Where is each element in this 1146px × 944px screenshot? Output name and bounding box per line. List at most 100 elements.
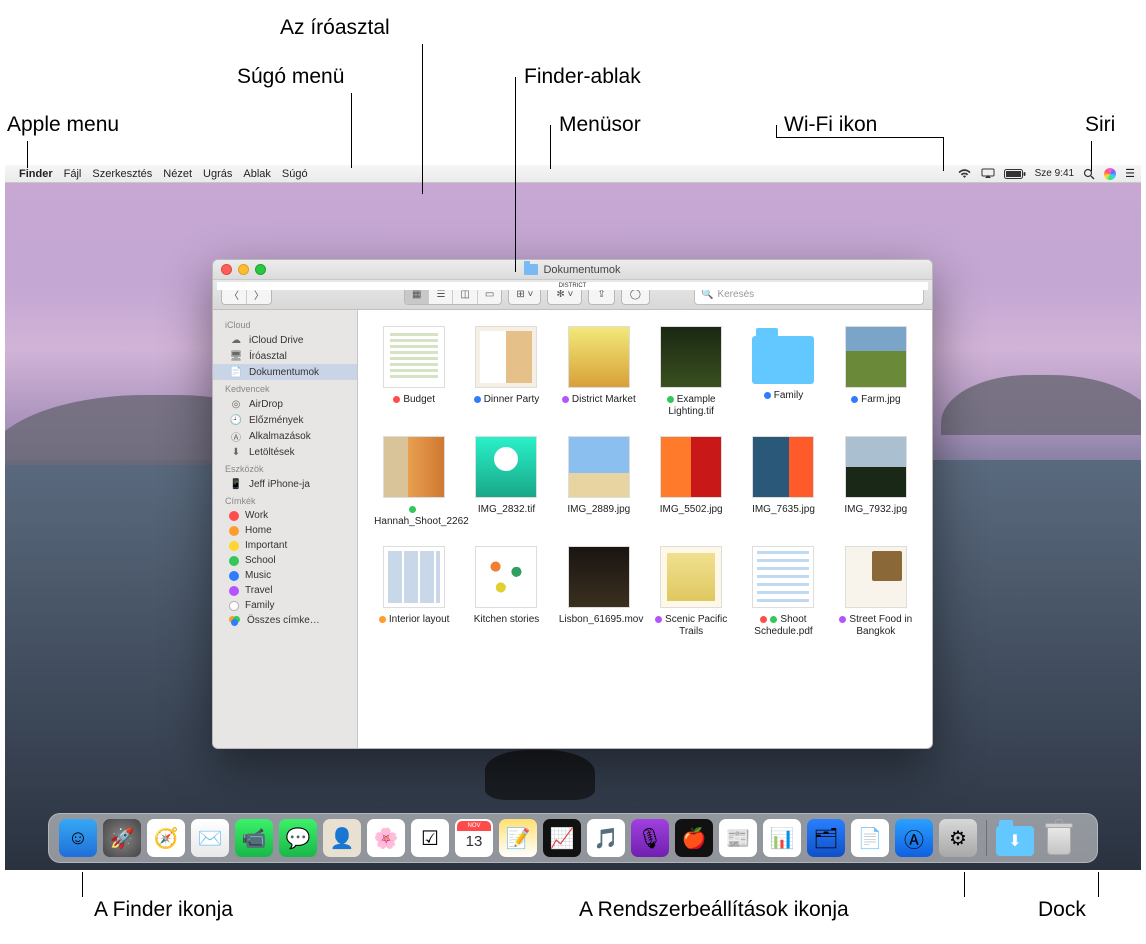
dock-tv-icon[interactable]: 🍎 [675, 819, 713, 857]
sidebar-item-fav-2[interactable]: ⒶAlkalmazások [213, 428, 357, 444]
file-name: IMG_5502.jpg [660, 504, 723, 516]
file-item[interactable]: Lisbon_61695.mov [559, 546, 639, 638]
file-item[interactable]: IMG_2889.jpg [559, 436, 639, 528]
battery-icon[interactable] [1004, 169, 1026, 179]
dock-news-icon[interactable]: 📰 [719, 819, 757, 857]
dock-separator [986, 820, 987, 856]
sidebar-tag-music[interactable]: Music [213, 568, 357, 583]
callout-help-menu: Súgó menü [237, 65, 344, 89]
file-item[interactable]: Hannah_Shoot_2262 [374, 436, 454, 528]
file-item[interactable]: Family [743, 326, 823, 418]
menubar-clock[interactable]: Sze 9:41 [1035, 168, 1074, 179]
minimize-button[interactable] [238, 264, 249, 275]
sidebar-tag-label: School [245, 555, 276, 566]
dock-notes-icon[interactable]: 📝 [499, 819, 537, 857]
zoom-button[interactable] [255, 264, 266, 275]
desktop-icon: 🖥 [229, 350, 243, 362]
file-item[interactable]: District Market [559, 326, 639, 418]
notification-center-icon[interactable]: ☰ [1125, 167, 1135, 180]
dock-numbers-icon[interactable]: 📊 [763, 819, 801, 857]
tag-dot-icon [839, 616, 846, 623]
sidebar-item-dev-0[interactable]: 📱Jeff iPhone-ja [213, 476, 357, 492]
menu-go[interactable]: Ugrás [203, 168, 232, 180]
sidebar-item-icloud-0[interactable]: ☁iCloud Drive [213, 332, 357, 348]
wifi-icon[interactable] [957, 168, 972, 179]
siri-icon[interactable] [1104, 168, 1116, 180]
sidebar-item-fav-0[interactable]: ◎AirDrop [213, 396, 357, 412]
callout-finder-icon: A Finder ikonja [94, 898, 233, 922]
menu-help[interactable]: Súgó [282, 168, 308, 180]
file-thumbnail [383, 326, 445, 388]
sidebar-tag-work[interactable]: Work [213, 508, 357, 523]
sidebar-tag-travel[interactable]: Travel [213, 583, 357, 598]
file-item[interactable]: Scenic Pacific Trails [651, 546, 731, 638]
file-name: IMG_2889.jpg [567, 504, 630, 516]
menu-view[interactable]: Nézet [163, 168, 192, 180]
file-name: Shoot Schedule.pdf [743, 614, 823, 638]
sidebar-item-label: Jeff iPhone-ja [249, 479, 310, 490]
file-item[interactable]: IMG_2832.tif [466, 436, 546, 528]
file-item[interactable]: Farm.jpg [836, 326, 916, 418]
sidebar-item-icloud-2[interactable]: 📄Dokumentumok [213, 364, 357, 380]
file-thumbnail [660, 546, 722, 608]
tag-dot-icon [851, 396, 858, 403]
file-thumbnail [752, 336, 814, 384]
spotlight-icon[interactable] [1083, 168, 1095, 180]
menu-file[interactable]: Fájl [64, 168, 82, 180]
callout-apple-menu: Apple menu [7, 113, 119, 137]
tag-dot-icon [229, 571, 239, 581]
file-item[interactable]: Street Food in Bangkok [836, 546, 916, 638]
file-item[interactable]: IMG_7635.jpg [743, 436, 823, 528]
close-button[interactable] [221, 264, 232, 275]
dock-appstore-icon[interactable]: Ⓐ [895, 819, 933, 857]
dock-trash[interactable] [1040, 819, 1078, 857]
dock-facetime-icon[interactable]: 📹 [235, 819, 273, 857]
dock-contacts-icon[interactable]: 👤 [323, 819, 361, 857]
file-item[interactable]: IMG_7932.jpg [836, 436, 916, 528]
sidebar-item-label: Letöltések [249, 447, 295, 458]
menu-window[interactable]: Ablak [243, 168, 271, 180]
file-item[interactable]: Shoot Schedule.pdf [743, 546, 823, 638]
dock-keynote-icon[interactable]: 🗂 [807, 819, 845, 857]
dock-podcasts-icon[interactable]: 🎙 [631, 819, 669, 857]
sidebar-tag-label: Travel [245, 585, 272, 596]
dock-photos-icon[interactable]: 🌸 [367, 819, 405, 857]
sidebar-tag-school[interactable]: School [213, 553, 357, 568]
dock-mail-icon[interactable]: ✉️ [191, 819, 229, 857]
file-item[interactable]: Kitchen stories [466, 546, 546, 638]
dock-reminders-icon[interactable]: ☑ [411, 819, 449, 857]
file-item[interactable]: IMG_5502.jpg [651, 436, 731, 528]
dock-finder-icon[interactable]: ☺ [59, 819, 97, 857]
dock-downloads-folder[interactable]: ⬇ [996, 819, 1034, 857]
sidebar-tag-family[interactable]: Family [213, 598, 357, 613]
dock-calendar-icon[interactable]: NOV13 [455, 819, 493, 857]
dock-stocks-icon[interactable]: 📈 [543, 819, 581, 857]
file-item[interactable]: Example Lighting.tif [651, 326, 731, 418]
airplay-icon[interactable] [981, 168, 995, 179]
file-thumbnail [568, 436, 630, 498]
tag-dot-icon [764, 392, 771, 399]
file-item[interactable]: Dinner Party [466, 326, 546, 418]
dock-pages-icon[interactable]: 📄 [851, 819, 889, 857]
file-thumbnail [845, 436, 907, 498]
dock-music-icon[interactable]: 🎵 [587, 819, 625, 857]
file-item[interactable]: Interior layout [374, 546, 454, 638]
sidebar-item-icloud-1[interactable]: 🖥Íróasztal [213, 348, 357, 364]
clock-icon: 🕘 [229, 414, 243, 426]
menu-app-name[interactable]: Finder [19, 168, 53, 180]
file-item[interactable]: Budget [374, 326, 454, 418]
callout-siri: Siri [1085, 113, 1115, 137]
dock-messages-icon[interactable]: 💬 [279, 819, 317, 857]
sidebar-item-fav-3[interactable]: ⬇Letöltések [213, 444, 357, 460]
dock-launchpad-icon[interactable]: 🚀 [103, 819, 141, 857]
callout-syspref-icon: A Rendszerbeállítások ikonja [579, 898, 849, 922]
sidebar-tag-important[interactable]: Important [213, 538, 357, 553]
dock-systempreferences-icon[interactable]: ⚙ [939, 819, 977, 857]
file-name: Street Food in Bangkok [836, 614, 916, 638]
dock-safari-icon[interactable]: 🧭 [147, 819, 185, 857]
sidebar-item-fav-1[interactable]: 🕘Előzmények [213, 412, 357, 428]
sidebar-tag-home[interactable]: Home [213, 523, 357, 538]
menu-edit[interactable]: Szerkesztés [92, 168, 152, 180]
sidebar-all-tags[interactable]: Összes címke… [213, 613, 357, 628]
file-thumbnail [383, 546, 445, 608]
